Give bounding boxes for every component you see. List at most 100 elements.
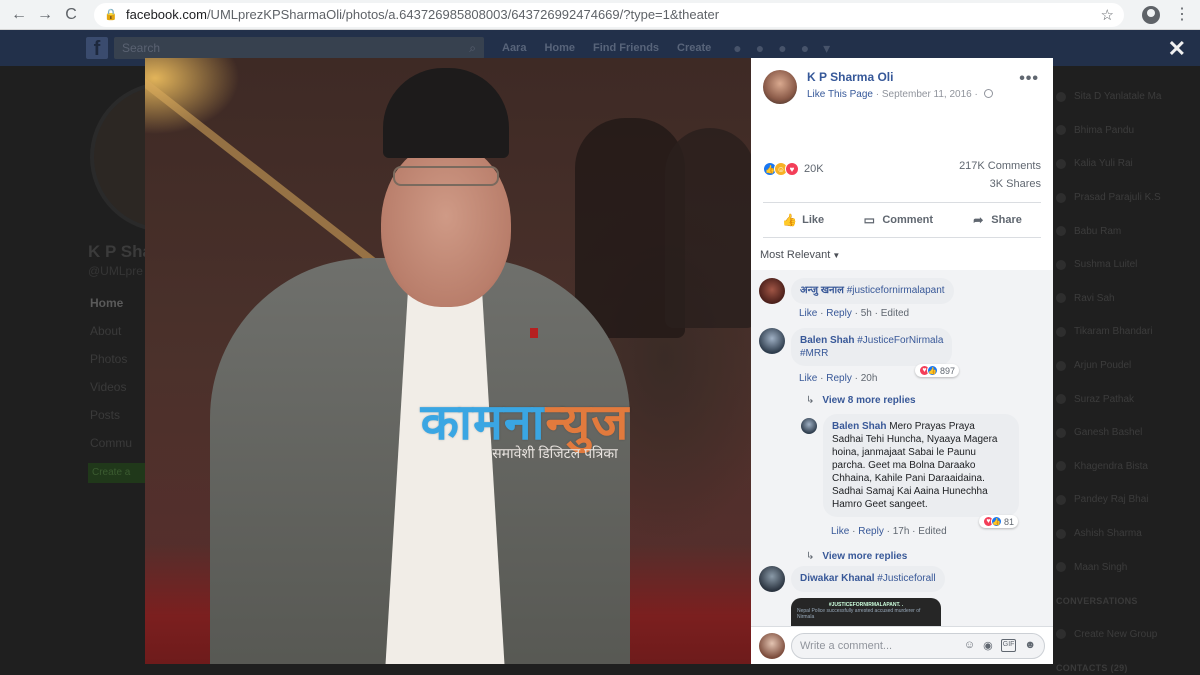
contact-item[interactable]: Sushma Luitel <box>1056 248 1200 282</box>
comment-reactions[interactable]: ♥ 👍 81 <box>979 515 1019 528</box>
contact-item[interactable]: Prasad Parajuli K.S <box>1056 181 1200 215</box>
shares-count[interactable]: 3K Shares <box>990 178 1041 190</box>
share-button[interactable]: ➦ Share <box>971 213 1022 227</box>
comment-actions: Like · Reply · 17h · Edited <box>831 526 947 537</box>
comment-composer: Write a comment... ☺ ◉ GIF ☻ <box>751 626 1053 664</box>
emoji-icon[interactable]: ☺ <box>964 639 975 652</box>
like-button[interactable]: 👍 Like <box>782 213 824 227</box>
menu-posts[interactable]: Posts <box>90 408 132 422</box>
like-reaction-icon: 👍 <box>991 516 1002 527</box>
camera-icon[interactable]: ◉ <box>983 639 993 652</box>
facebook-search[interactable]: Search ⌕ <box>114 37 484 59</box>
comment-time[interactable]: 5h <box>861 308 872 319</box>
contact-item[interactable]: Babu Ram <box>1056 214 1200 248</box>
avatar[interactable] <box>759 328 785 354</box>
avatar <box>1056 528 1066 539</box>
preview-text: Nepal Police successfully arrested accus… <box>797 608 921 614</box>
reload-icon[interactable]: C <box>58 2 84 28</box>
menu-community[interactable]: Commu <box>90 436 132 450</box>
sort-dropdown[interactable]: Most Relevant ▼ <box>760 249 840 261</box>
view-more-replies[interactable]: ↳ View more replies <box>806 551 907 562</box>
avatar[interactable] <box>759 566 785 592</box>
comment-text: parcha. Geet ma Bolna Daraako <box>832 460 976 471</box>
sticker-icon[interactable]: ☻ <box>1024 639 1036 652</box>
menu-about[interactable]: About <box>90 324 132 338</box>
gif-icon[interactable]: GIF <box>1000 639 1017 652</box>
comment-time[interactable]: 17h <box>893 526 910 537</box>
comment-text: Chhaina, Kahile Pani Daraaidaina. <box>832 473 985 484</box>
comment-input[interactable]: Write a comment... ☺ ◉ GIF ☻ <box>791 632 1045 659</box>
contact-item[interactable]: Bhima Pandu <box>1056 114 1200 148</box>
back-icon[interactable]: ← <box>6 2 32 28</box>
contact-name: Kalia Yuli Rai <box>1074 158 1133 170</box>
contact-item[interactable]: Maan Singh <box>1056 550 1200 584</box>
contact-item[interactable]: Ganesh Bashel <box>1056 416 1200 450</box>
comment-like-link[interactable]: Like <box>831 526 849 537</box>
contact-item[interactable]: Kalia Yuli Rai <box>1056 147 1200 181</box>
comment-like-link[interactable]: Like <box>799 308 817 319</box>
nav-home[interactable]: Home <box>544 42 575 54</box>
friend-requests-icon[interactable]: ● <box>733 40 741 57</box>
author-avatar[interactable] <box>763 70 797 104</box>
contact-item[interactable]: Arjun Poudel <box>1056 349 1200 383</box>
comment-reactions[interactable]: ♥ 👍 897 <box>915 364 960 377</box>
commenter-name[interactable]: Balen Shah <box>832 421 886 432</box>
forward-icon[interactable]: → <box>32 2 58 28</box>
post-date[interactable]: September 11, 2016 <box>882 89 972 100</box>
commenter-name[interactable]: Balen Shah <box>800 335 854 346</box>
comments-count[interactable]: 217K Comments <box>959 160 1041 172</box>
menu-videos[interactable]: Videos <box>90 380 132 394</box>
contact-item[interactable]: Khagendra Bista <box>1056 450 1200 484</box>
commenter-name[interactable]: अन्जु खनाल <box>800 285 844 296</box>
theater-photo[interactable]: कामनान्युज समावेशी डिजिटल पत्रिका <box>145 58 751 664</box>
contact-item[interactable]: Pandey Raj Bhai <box>1056 483 1200 517</box>
address-bar[interactable]: 🔒 facebook.com/UMLprezKPSharmaOli/photos… <box>94 2 1124 27</box>
conversations-header: CONVERSATIONS <box>1056 584 1200 618</box>
like-page-link[interactable]: Like This Page <box>807 89 873 100</box>
comment-like-link[interactable]: Like <box>799 373 817 384</box>
comment-text[interactable]: #JusticeForNirmala <box>857 335 943 346</box>
comment-button[interactable]: ▭ Comment <box>862 213 933 227</box>
create-group-item[interactable]: Create New Group <box>1056 618 1200 652</box>
contact-item[interactable]: Suraz Pathak <box>1056 382 1200 416</box>
comment-reply-link[interactable]: Reply <box>826 308 852 319</box>
nav-create[interactable]: Create <box>677 42 711 54</box>
profile-icon[interactable] <box>1142 5 1160 24</box>
comment-time[interactable]: 20h <box>861 373 878 384</box>
create-page-button[interactable]: Create a <box>88 463 148 483</box>
account-dropdown-icon[interactable]: ▾ <box>823 40 830 57</box>
comment-text[interactable]: #Justiceforall <box>877 573 935 584</box>
notifications-icon[interactable]: ● <box>778 40 786 57</box>
comment-text[interactable]: #MRR <box>800 348 828 359</box>
commenter-name[interactable]: Diwakar Khanal <box>800 573 874 584</box>
avatar[interactable] <box>759 278 785 304</box>
bookmark-star-icon[interactable]: ☆ <box>1101 6 1114 24</box>
nav-find-friends[interactable]: Find Friends <box>593 42 659 54</box>
contact-name: Prasad Parajuli K.S <box>1074 192 1161 204</box>
comment: Diwakar Khanal #Justiceforall <box>759 566 945 592</box>
search-icon[interactable]: ⌕ <box>469 41 476 55</box>
contact-item[interactable]: Ravi Sah <box>1056 282 1200 316</box>
contact-item[interactable]: Tikaram Bhandari <box>1056 315 1200 349</box>
menu-home[interactable]: Home <box>90 296 132 310</box>
view-more-replies[interactable]: ↳ View 8 more replies <box>806 395 916 406</box>
messenger-icon[interactable]: ● <box>756 40 764 57</box>
avatar[interactable] <box>801 418 817 434</box>
contact-item[interactable]: Ashish Sharma <box>1056 517 1200 551</box>
comment-text[interactable]: #justicefornirmalapant <box>847 285 945 296</box>
post-author[interactable]: K P Sharma Oli <box>807 70 993 84</box>
comment-reply-link[interactable]: Reply <box>858 526 884 537</box>
avatar <box>1056 461 1066 472</box>
more-options-icon[interactable]: ••• <box>1019 70 1039 88</box>
nav-profile[interactable]: Aara <box>502 42 526 54</box>
comment-reply-link[interactable]: Reply <box>826 373 852 384</box>
preview-text: Nirmala <box>797 614 815 620</box>
close-theater-icon[interactable]: ✕ <box>1168 36 1186 62</box>
help-icon[interactable]: ● <box>801 40 809 57</box>
like-reaction-icon: 👍 <box>927 365 938 376</box>
browser-menu-icon[interactable]: ⋮ <box>1174 6 1190 22</box>
contact-item[interactable]: Sita D Yanlatale Ma <box>1056 80 1200 114</box>
comment-image-preview[interactable]: #JUSTICEFORNIRMALAPANT. . Nepal Police s… <box>791 598 941 626</box>
menu-photos[interactable]: Photos <box>90 352 132 366</box>
facebook-logo[interactable]: f <box>86 37 108 60</box>
